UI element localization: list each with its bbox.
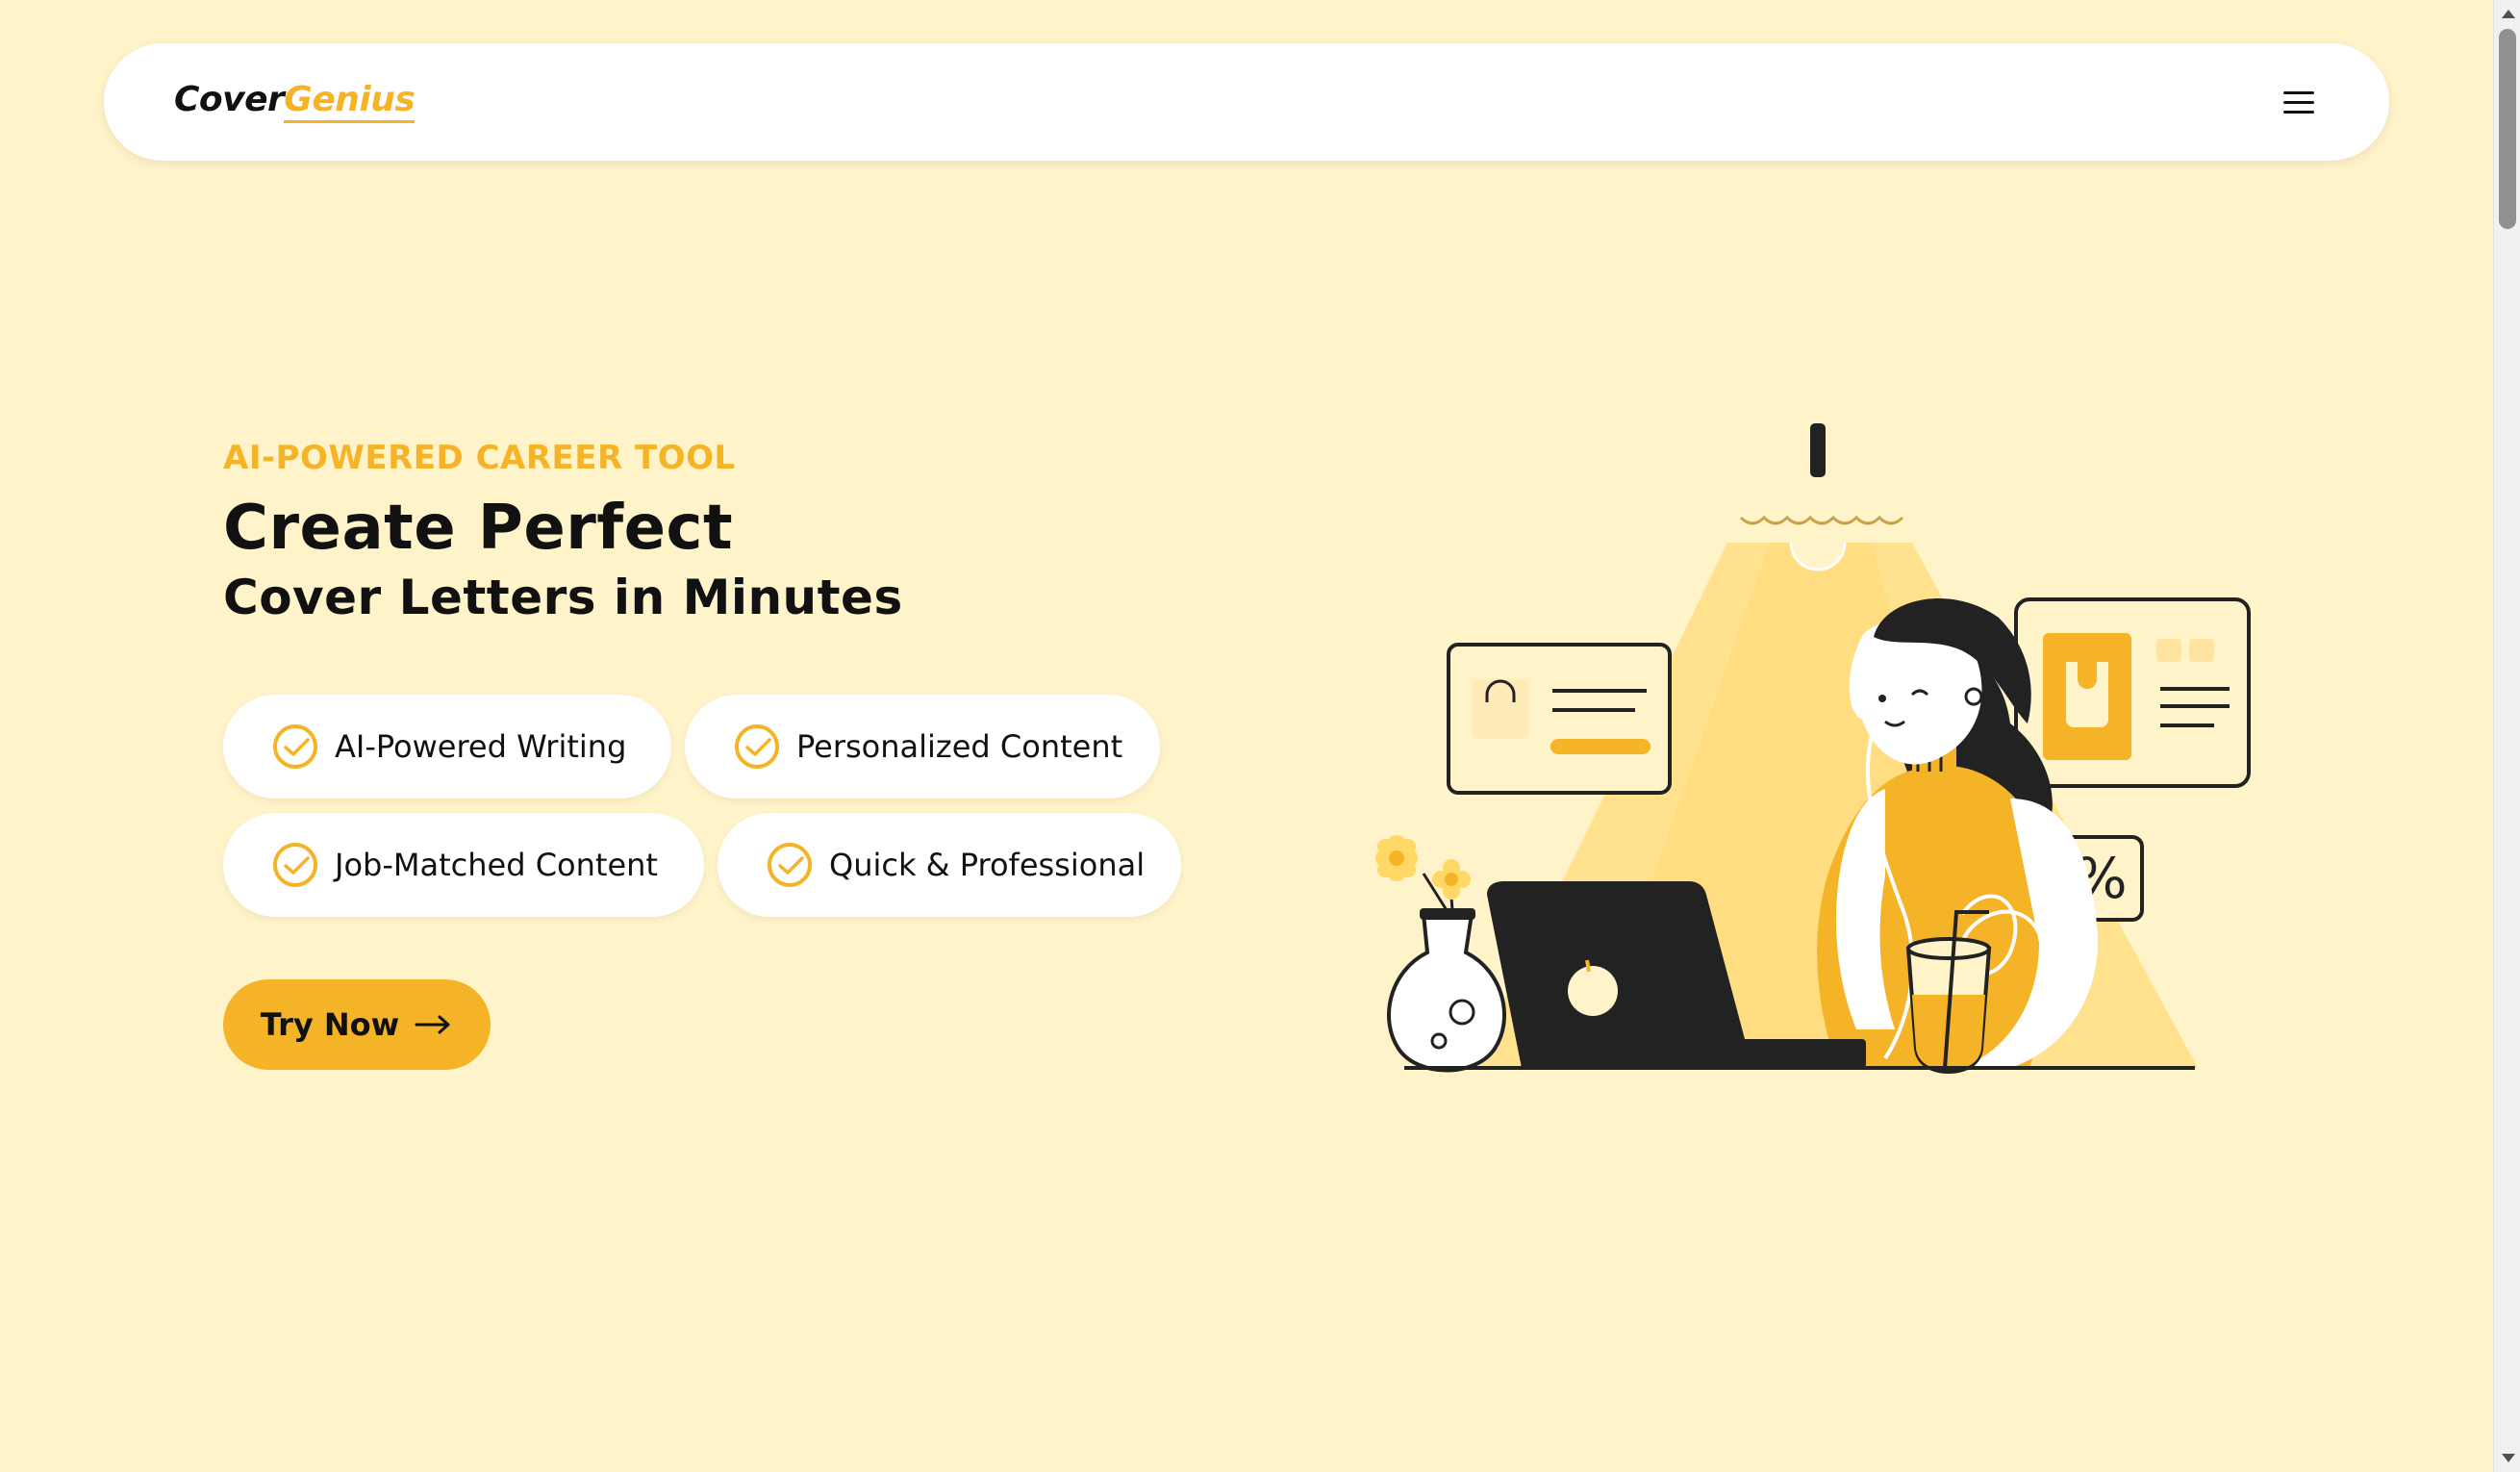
scroll-up-arrow-icon[interactable] <box>2502 10 2515 18</box>
feature-pill-personalized: Personalized Content <box>685 695 1160 799</box>
hero-headline-line2: Cover Letters in Minutes <box>223 570 903 625</box>
scrollbar-thumb[interactable] <box>2499 29 2516 229</box>
vase-rim <box>1420 908 1475 920</box>
try-now-button[interactable]: Try Now <box>223 979 491 1070</box>
hero-eyebrow: AI-POWERED CAREER TOOL <box>223 439 736 477</box>
feature-label: Quick & Professional <box>829 847 1146 883</box>
check-circle-icon <box>273 724 317 769</box>
arrow-right-icon <box>415 1015 450 1034</box>
scroll-down-arrow-icon[interactable] <box>2502 1454 2515 1462</box>
woman-earring <box>1964 687 1983 706</box>
card-tag-notch <box>2078 662 2097 689</box>
menu-line <box>2283 111 2314 114</box>
check-circle-icon <box>768 843 812 887</box>
check-circle-icon <box>273 843 317 887</box>
brand-logo[interactable]: CoverGenius <box>174 80 416 123</box>
logo-text-genius: Genius <box>284 80 416 123</box>
menu-line <box>2283 101 2314 104</box>
hero-illustration: % <box>1375 423 2251 1075</box>
try-now-label: Try Now <box>260 1006 400 1043</box>
feature-pill-quick-professional: Quick & Professional <box>718 813 1181 917</box>
woman-eye <box>1878 695 1886 702</box>
menu-line <box>2283 91 2314 94</box>
card-highlight-bar <box>1550 739 1651 754</box>
flower-icon <box>1375 835 1418 881</box>
flower-icon <box>1432 859 1471 900</box>
lamp-shade-scallop <box>1739 515 1904 525</box>
logo-text-cover: Cover <box>174 80 285 119</box>
vase-dot <box>1430 1032 1448 1050</box>
card-bag-shape <box>1472 679 1529 739</box>
laptop-logo-stem <box>1585 959 1591 973</box>
hamburger-menu-icon[interactable] <box>2281 86 2316 118</box>
laptop-logo <box>1568 966 1618 1016</box>
feature-pill-ai-writing: AI-Powered Writing <box>223 695 671 799</box>
check-circle-icon <box>735 724 779 769</box>
vertical-scrollbar[interactable] <box>2493 0 2520 1472</box>
vase <box>1387 912 1506 1073</box>
feature-label: Personalized Content <box>796 728 1123 765</box>
top-navbar: CoverGenius <box>104 43 2389 161</box>
vase-dot <box>1449 999 1475 1026</box>
card-dot <box>2189 639 2214 662</box>
feature-label: Job-Matched Content <box>335 847 658 883</box>
drink-rim <box>1906 937 1991 960</box>
hero-headline-line1: Create Perfect <box>223 493 734 564</box>
lamp-shade <box>1741 485 1899 518</box>
feature-pill-job-matched: Job-Matched Content <box>223 813 704 917</box>
lamp-cord <box>1810 423 1826 477</box>
page: CoverGenius AI-POWERED CAREER TOOL Creat… <box>0 0 2520 1472</box>
feature-label: AI-Powered Writing <box>335 728 627 765</box>
laptop-base <box>1568 1039 1866 1068</box>
card-dot <box>2156 639 2181 662</box>
